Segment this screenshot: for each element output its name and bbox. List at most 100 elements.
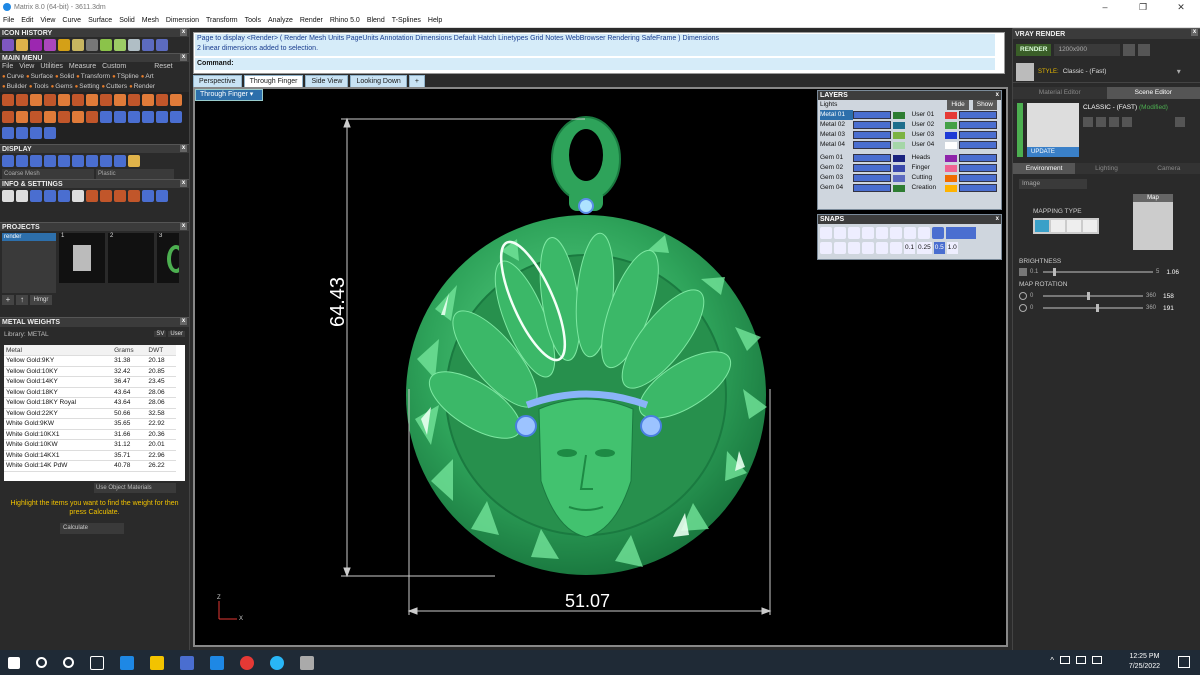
chevron-down-icon[interactable]: ▾ — [1177, 67, 1181, 76]
layer-color-swatch[interactable] — [944, 184, 957, 192]
menu-surface[interactable]: Surface — [88, 17, 112, 24]
history-tool-icon[interactable] — [100, 39, 112, 51]
layer-row[interactable]: Creation — [910, 183, 1002, 193]
project-item[interactable]: render — [2, 233, 56, 241]
snap-point-icon[interactable] — [848, 227, 860, 239]
display-mode-icon[interactable] — [86, 155, 98, 167]
tab-lighting[interactable]: Lighting — [1075, 163, 1138, 174]
mm-transform[interactable]: Transform — [76, 72, 110, 82]
update-button[interactable]: UPDATE — [1027, 147, 1079, 157]
snap-mid-icon[interactable] — [862, 227, 874, 239]
history-tool-icon[interactable] — [86, 39, 98, 51]
use-object-materials-select[interactable]: Use Object Materials — [94, 483, 176, 493]
tool-icon[interactable] — [30, 94, 42, 106]
close-icon[interactable]: x — [996, 91, 999, 100]
layer-visibility-toggle[interactable] — [853, 131, 891, 139]
layer-color-swatch[interactable] — [944, 111, 957, 119]
info-tool-icon[interactable] — [30, 190, 42, 202]
scene-tool-icon[interactable] — [1175, 117, 1185, 127]
clock[interactable]: 12:25 PM 7/25/2022 — [1129, 652, 1160, 672]
layer-row[interactable]: Gem 03 — [818, 173, 910, 183]
close-icon[interactable]: x — [180, 318, 187, 325]
tab-material-editor[interactable]: Material Editor — [1013, 87, 1107, 99]
mm-surface[interactable]: Surface — [26, 72, 53, 82]
layer-color-swatch[interactable] — [944, 121, 957, 129]
table-row[interactable]: Yellow Gold:18KY Royal 43.64 28.06 — [4, 397, 176, 409]
snap-end-icon[interactable] — [820, 227, 832, 239]
mm-custom[interactable]: Custom — [102, 62, 126, 72]
edge-icon[interactable] — [120, 655, 134, 670]
layer-row[interactable]: Metal 03 — [818, 130, 910, 140]
info-tool-icon[interactable] — [114, 190, 126, 202]
tab-environment[interactable]: Environment — [1013, 163, 1076, 174]
tool-icon[interactable] — [16, 127, 28, 140]
matrix-icon[interactable] — [270, 655, 284, 670]
layer-color-swatch[interactable] — [893, 184, 905, 192]
table-row[interactable]: Yellow Gold:9KY 31.38 20.18 — [4, 355, 176, 367]
tool-icon[interactable] — [100, 94, 112, 106]
mm-utilities[interactable]: Utilities — [40, 62, 63, 72]
layer-color-swatch[interactable] — [944, 174, 957, 182]
display-mode-icon[interactable] — [100, 155, 112, 167]
close-icon[interactable]: x — [180, 54, 187, 61]
history-tool-icon[interactable] — [30, 39, 42, 51]
layer-color-swatch[interactable] — [893, 164, 905, 172]
add-project-button[interactable]: + — [2, 295, 14, 305]
table-row[interactable]: White Gold:9KW 35.65 22.92 — [4, 418, 176, 430]
tool-icon[interactable] — [44, 94, 56, 106]
layer-visibility-toggle[interactable] — [958, 154, 997, 162]
library-user-option[interactable]: User — [168, 331, 185, 337]
menu-render[interactable]: Render — [300, 17, 323, 24]
add-tab-button[interactable]: + — [408, 75, 425, 87]
layer-visibility-toggle[interactable] — [958, 131, 997, 139]
display-mode-select[interactable]: Coarse Mesh — [2, 169, 94, 179]
layer-row[interactable]: Finger — [910, 163, 1002, 173]
folder-icon[interactable] — [1138, 44, 1151, 56]
layer-color-swatch[interactable] — [944, 131, 957, 139]
info-tool-icon[interactable] — [86, 190, 98, 202]
layer-visibility-toggle[interactable] — [853, 174, 891, 182]
layer-row[interactable]: User 03 — [910, 130, 1002, 140]
layer-row[interactable]: Gem 04 — [818, 183, 910, 193]
mm-reset[interactable]: Reset — [154, 62, 172, 72]
layer-color-swatch[interactable] — [944, 164, 957, 172]
tool-icon[interactable] — [170, 94, 182, 106]
table-row[interactable]: Yellow Gold:10KY 32.42 20.85 — [4, 366, 176, 377]
notifications-icon[interactable] — [1178, 656, 1190, 668]
layer-row[interactable]: Metal 02 — [818, 120, 910, 130]
brightness-slider[interactable] — [1043, 268, 1153, 276]
undo-icon[interactable] — [142, 39, 154, 51]
tool-icon[interactable] — [58, 94, 70, 106]
tool-icon[interactable] — [58, 110, 70, 123]
scene-tool-icon[interactable] — [1109, 117, 1119, 127]
mm-tspline[interactable]: TSpline — [112, 72, 139, 82]
chevron-up-icon[interactable]: ^ — [1050, 656, 1054, 665]
tab-looking-down[interactable]: Looking Down — [350, 75, 407, 87]
tool-icon[interactable] — [72, 110, 84, 123]
history-tool-icon[interactable] — [44, 39, 56, 51]
snap-value[interactable]: 0.1 — [904, 242, 916, 254]
info-tool-icon[interactable] — [16, 190, 28, 202]
close-icon[interactable]: x — [180, 180, 187, 187]
close-icon[interactable]: x — [180, 145, 187, 152]
snap-option-icon[interactable] — [848, 242, 860, 254]
snap-option-icon[interactable] — [820, 242, 832, 254]
layer-visibility-toggle[interactable] — [958, 184, 997, 192]
layer-color-swatch[interactable] — [893, 174, 905, 182]
layer-color-swatch[interactable] — [893, 154, 905, 162]
snap-cen-icon[interactable] — [876, 227, 888, 239]
info-tool-icon[interactable] — [156, 190, 168, 202]
mapping-sphere-icon[interactable] — [1067, 220, 1081, 232]
layer-visibility-toggle[interactable] — [958, 174, 997, 182]
layer-color-swatch[interactable] — [944, 141, 957, 149]
menu-analyze[interactable]: Analyze — [268, 17, 293, 24]
maximize-button[interactable]: ❐ — [1124, 0, 1162, 14]
menu-rhino[interactable]: Rhino 5.0 — [330, 17, 360, 24]
layer-visibility-toggle[interactable] — [958, 141, 997, 149]
snap-tan-icon[interactable] — [918, 227, 930, 239]
viewport-name[interactable]: Through Finger ▾ — [195, 89, 263, 101]
menu-view[interactable]: View — [40, 17, 55, 24]
file-explorer-icon[interactable] — [150, 655, 164, 670]
menu-dimension[interactable]: Dimension — [166, 17, 199, 24]
mm-curve[interactable]: Curve — [2, 72, 24, 82]
